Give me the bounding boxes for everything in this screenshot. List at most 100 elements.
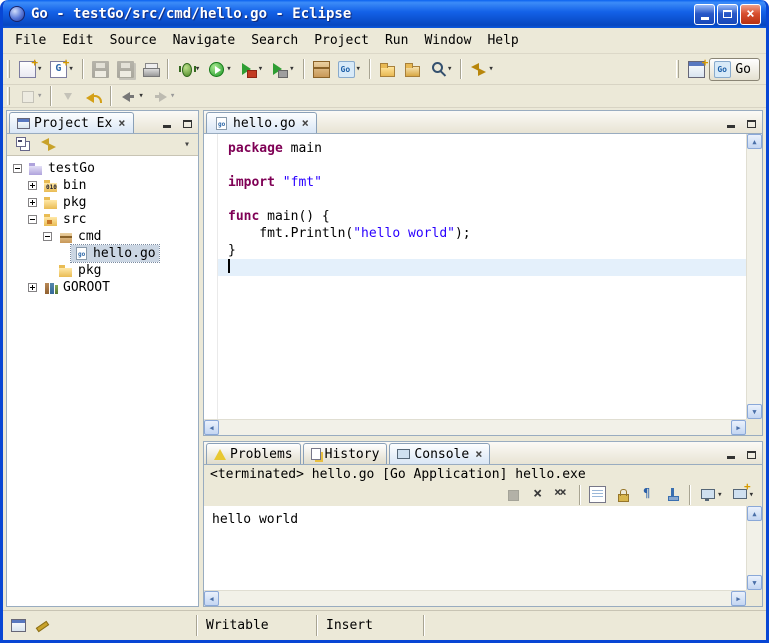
- open-perspective-button[interactable]: [685, 58, 708, 81]
- editor-vertical-scrollbar[interactable]: ▲ ▼: [746, 134, 762, 419]
- fast-view-icon[interactable]: [11, 619, 26, 632]
- tab-project-explorer[interactable]: Project Ex ×: [9, 112, 134, 133]
- pin-editor-button[interactable]: ▾: [16, 85, 45, 108]
- external-tools-button[interactable]: ▾: [268, 58, 297, 81]
- close-view-icon[interactable]: ×: [118, 116, 125, 130]
- scroll-lock-button[interactable]: [611, 483, 634, 506]
- team-sync-button[interactable]: ▾: [467, 58, 496, 81]
- close-editor-icon[interactable]: ×: [302, 116, 309, 130]
- code-line-3[interactable]: import "fmt": [218, 174, 746, 191]
- link-with-editor-button[interactable]: [37, 133, 60, 156]
- minimize-console-button[interactable]: [722, 447, 740, 462]
- tree-expander-minus-icon[interactable]: [13, 164, 22, 173]
- tree-item-cmd[interactable]: cmd: [7, 228, 198, 245]
- dropdown-arrow-icon[interactable]: ▾: [37, 91, 42, 101]
- scroll-down-icon[interactable]: ▼: [747, 404, 762, 419]
- save-button[interactable]: [89, 58, 112, 81]
- code-line-5[interactable]: func main() {: [218, 208, 746, 225]
- debug-button[interactable]: ▾: [174, 58, 203, 81]
- code-line-6[interactable]: fmt.Println("hello world");: [218, 225, 746, 242]
- console-output[interactable]: hello world: [204, 506, 746, 590]
- tree-item-src[interactable]: src: [7, 211, 198, 228]
- collapse-all-button[interactable]: [12, 133, 35, 156]
- tree-expander-plus-icon[interactable]: [28, 181, 37, 190]
- last-edit-location-button[interactable]: [82, 85, 105, 108]
- minimize-button[interactable]: [694, 4, 715, 25]
- scroll-left-icon[interactable]: ◀: [204, 420, 219, 435]
- dropdown-arrow-icon[interactable]: ▾: [356, 64, 361, 74]
- remove-launch-button[interactable]: [526, 483, 549, 506]
- console-vertical-scrollbar[interactable]: ▲ ▼: [746, 506, 762, 590]
- maximize-view-button[interactable]: [178, 116, 196, 131]
- dropdown-arrow-icon[interactable]: ▾: [170, 91, 175, 101]
- tree-expander-minus-icon[interactable]: [43, 232, 52, 241]
- menu-source[interactable]: Source: [102, 30, 165, 51]
- open-console-button[interactable]: ▾: [728, 483, 757, 506]
- run-button[interactable]: ▾: [205, 58, 234, 81]
- menu-edit[interactable]: Edit: [54, 30, 101, 51]
- editor-mode-icon[interactable]: [34, 619, 49, 632]
- new-go-package-button[interactable]: [310, 58, 333, 81]
- scroll-right-icon[interactable]: ▶: [731, 420, 746, 435]
- code-line-1[interactable]: package main: [218, 140, 746, 157]
- menu-help[interactable]: Help: [479, 30, 526, 51]
- view-menu-button[interactable]: ▾: [180, 139, 194, 150]
- go-tools-button[interactable]: ▾: [335, 58, 364, 81]
- dropdown-arrow-icon[interactable]: ▾: [138, 91, 143, 101]
- forward-button[interactable]: ▾: [149, 85, 178, 108]
- next-annotation-button[interactable]: [57, 85, 80, 108]
- toolbar-grip[interactable]: [7, 60, 10, 78]
- back-button[interactable]: ▾: [117, 85, 146, 108]
- tab-hello-go[interactable]: hello.go ×: [206, 112, 317, 133]
- code-line-2[interactable]: [218, 157, 746, 174]
- clear-console-button[interactable]: [586, 483, 609, 506]
- tree-expander-plus-icon[interactable]: [28, 283, 37, 292]
- tree-item-pkg[interactable]: pkg: [7, 262, 198, 279]
- scroll-up-icon[interactable]: ▲: [747, 134, 762, 149]
- console-scroll-up-icon[interactable]: ▲: [747, 506, 762, 521]
- tab-history[interactable]: History: [303, 443, 388, 464]
- annotation-ruler[interactable]: [204, 134, 218, 419]
- word-wrap-button[interactable]: [636, 483, 659, 506]
- console-scroll-down-icon[interactable]: ▼: [747, 575, 762, 590]
- console-scroll-right-icon[interactable]: ▶: [731, 591, 746, 606]
- code-line-4[interactable]: [218, 191, 746, 208]
- perspective-bar-grip[interactable]: [676, 60, 679, 78]
- nav-toolbar-grip[interactable]: [7, 87, 10, 105]
- pin-console-button[interactable]: [661, 483, 684, 506]
- print-button[interactable]: [139, 58, 162, 81]
- tree-expander-minus-icon[interactable]: [28, 215, 37, 224]
- menu-search[interactable]: Search: [243, 30, 306, 51]
- tree-item-GOROOT[interactable]: GOROOT: [7, 279, 198, 296]
- tree-expander-plus-icon[interactable]: [28, 198, 37, 207]
- remove-all-launches-button[interactable]: [551, 483, 574, 506]
- terminate-button[interactable]: [501, 483, 524, 506]
- console-scroll-left-icon[interactable]: ◀: [204, 591, 219, 606]
- new-wizard-button[interactable]: ▾: [16, 58, 45, 81]
- open-resource-button[interactable]: [401, 58, 424, 81]
- dropdown-arrow-icon[interactable]: ▾: [258, 64, 263, 74]
- tab-problems[interactable]: Problems: [206, 443, 301, 464]
- code-line-7[interactable]: }: [218, 242, 746, 259]
- tree-item-pkg[interactable]: pkg: [7, 194, 198, 211]
- maximize-button[interactable]: [717, 4, 738, 25]
- maximize-console-button[interactable]: [742, 447, 760, 462]
- minimize-view-button[interactable]: [158, 116, 176, 131]
- run-last-button[interactable]: ▾: [237, 58, 266, 81]
- titlebar[interactable]: Go - testGo/src/cmd/hello.go - Eclipse ×: [3, 0, 766, 28]
- dropdown-arrow-icon[interactable]: ▾: [717, 490, 722, 500]
- tab-console[interactable]: Console×: [389, 443, 490, 464]
- menu-project[interactable]: Project: [306, 30, 377, 51]
- dropdown-arrow-icon[interactable]: ▾: [289, 64, 294, 74]
- display-selected-console-button[interactable]: ▾: [696, 483, 725, 506]
- console-horizontal-scrollbar[interactable]: ◀ ▶: [204, 590, 746, 606]
- minimize-editor-button[interactable]: [722, 116, 740, 131]
- dropdown-arrow-icon[interactable]: ▾: [447, 64, 452, 74]
- open-folder-button[interactable]: [376, 58, 399, 81]
- menu-file[interactable]: File: [7, 30, 54, 51]
- tree-item-bin[interactable]: bin: [7, 177, 198, 194]
- search-button[interactable]: ▾: [426, 58, 455, 81]
- menu-run[interactable]: Run: [377, 30, 416, 51]
- maximize-editor-button[interactable]: [742, 116, 760, 131]
- save-all-button[interactable]: [114, 58, 137, 81]
